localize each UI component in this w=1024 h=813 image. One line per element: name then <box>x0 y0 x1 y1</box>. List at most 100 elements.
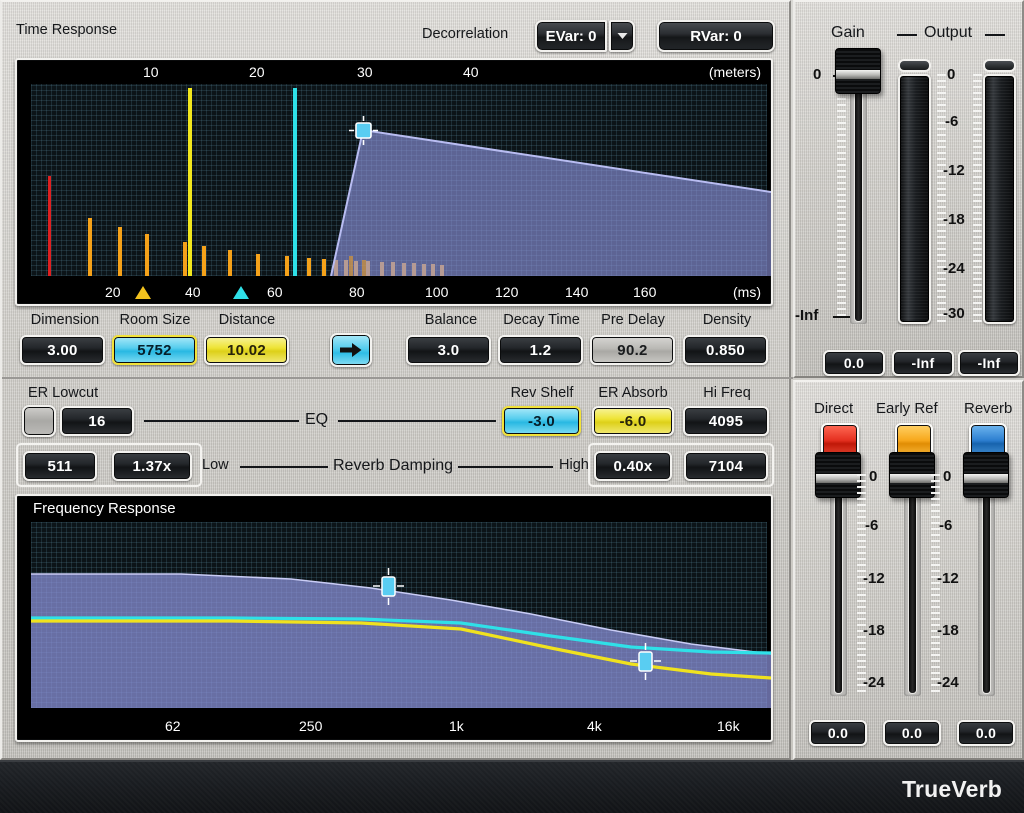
output-panel: Gain Output 0 -Inf 0.0 -Inf 0 -6 -12 -18… <box>793 0 1024 378</box>
damping-line-left <box>240 466 328 468</box>
out-scale-12: -12 <box>943 162 965 179</box>
tr-meters-unit: (meters) <box>708 64 761 80</box>
er-lowcut-label: ER Lowcut <box>28 385 99 401</box>
damping-high-label: High <box>559 457 589 473</box>
er-lowcut-value[interactable]: 16 <box>60 406 134 436</box>
tr-top-tick-10: 10 <box>143 64 159 80</box>
distance-marker-triangle-icon[interactable] <box>135 286 151 299</box>
gain-tick-scale <box>837 74 846 316</box>
hi-freq-value[interactable]: 4095 <box>683 406 769 436</box>
tr-bot-tick-80: 80 <box>349 284 365 300</box>
er-lowcut-toggle[interactable] <box>22 405 56 437</box>
direct-label: Direct <box>814 400 854 417</box>
distance-label: Distance <box>218 312 276 328</box>
tr-bot-tick-140: 140 <box>565 284 589 300</box>
apply-arrow-button[interactable] <box>330 333 372 367</box>
frequency-response-title: Frequency Response <box>33 500 176 517</box>
direct-value[interactable]: 0.0 <box>809 720 867 746</box>
balance-value[interactable]: 3.0 <box>406 335 491 365</box>
fr-tick-1k: 1k <box>449 718 464 734</box>
gain-tick-bottom <box>833 316 851 318</box>
reverb-label: Reverb <box>964 400 1013 417</box>
early-ref-fader-knob[interactable] <box>889 452 935 498</box>
mix-scale-b-12: -12 <box>937 570 959 587</box>
evar-control[interactable]: EVar: 0 <box>535 20 635 52</box>
trueverb-plugin-window: Time Response Decorrelation EVar: 0 RVar… <box>0 0 1024 813</box>
output-scale-ticks-right <box>973 74 982 324</box>
density-label: Density <box>702 312 752 328</box>
direct-fader-knob[interactable] <box>815 452 861 498</box>
room-size-label: Room Size <box>119 312 191 328</box>
direct-fader-stem <box>834 472 843 694</box>
low-damping-freq[interactable]: 511 <box>23 451 97 481</box>
high-damping-mult[interactable]: 0.40x <box>594 451 672 481</box>
out-scale-24: -24 <box>943 260 965 277</box>
mix-scale-a-12: -12 <box>863 570 885 587</box>
pre-delay-value[interactable]: 90.2 <box>590 335 675 365</box>
tr-bot-tick-120: 120 <box>495 284 519 300</box>
meter-left-cap <box>898 59 931 72</box>
brand-name: TrueVerb <box>901 776 1002 802</box>
meter-left <box>898 74 931 324</box>
mix-scale-a-24: -24 <box>863 674 885 691</box>
tr-plot-svg <box>48 88 771 276</box>
fr-tick-62: 62 <box>165 718 181 734</box>
eq-line-left <box>144 420 299 422</box>
low-damping-mult[interactable]: 1.37x <box>112 451 192 481</box>
gain-fader-knob[interactable] <box>835 48 881 94</box>
mix-scale-b-18: -18 <box>937 622 959 639</box>
meter-right-value[interactable]: -Inf <box>958 350 1020 376</box>
hi-freq-label: Hi Freq <box>703 385 751 401</box>
fr-plot-svg <box>31 568 771 708</box>
damping-line-right <box>458 466 553 468</box>
output-label: Output <box>924 24 973 41</box>
meter-left-value[interactable]: -Inf <box>892 350 954 376</box>
tr-top-tick-40: 40 <box>463 64 479 80</box>
out-scale-18: -18 <box>943 211 965 228</box>
frequency-response-graph[interactable]: Frequency Response 62 250 1k 4k 16k <box>15 494 773 742</box>
section-divider <box>2 377 793 379</box>
meter-right-cap <box>983 59 1016 72</box>
evar-dropdown-icon[interactable] <box>609 20 635 52</box>
decorrelation-label: Decorrelation <box>422 26 509 42</box>
high-damping-freq[interactable]: 7104 <box>684 451 768 481</box>
density-value[interactable]: 0.850 <box>683 335 768 365</box>
room-size-value[interactable]: 5752 <box>112 335 197 365</box>
tr-plot-area <box>31 84 771 276</box>
dimension-label: Dimension <box>30 312 100 328</box>
fr-plot-area <box>31 522 771 708</box>
reverb-value[interactable]: 0.0 <box>957 720 1015 746</box>
fr-tick-16k: 16k <box>717 718 740 734</box>
early-ref-value[interactable]: 0.0 <box>883 720 941 746</box>
decay-time-value[interactable]: 1.2 <box>498 335 583 365</box>
gain-scale-top: 0 <box>813 66 822 83</box>
gain-scale-bottom: -Inf <box>795 307 819 324</box>
tr-top-tick-20: 20 <box>249 64 265 80</box>
rev-shelf-label: Rev Shelf <box>510 385 574 401</box>
tr-bot-tick-60: 60 <box>267 284 283 300</box>
time-response-graph[interactable]: 10 20 30 40 (meters) 20 40 60 80 100 120… <box>15 58 773 306</box>
decay-time-label: Decay Time <box>503 312 580 328</box>
gain-label: Gain <box>831 24 865 41</box>
out-scale-6: -6 <box>945 113 959 130</box>
roomsize-marker-triangle-icon[interactable] <box>233 286 249 299</box>
dimension-value[interactable]: 3.00 <box>20 335 105 365</box>
eq-label: EQ <box>305 411 329 428</box>
gain-value-display[interactable]: 0.0 <box>823 350 885 376</box>
rev-shelf-value[interactable]: -3.0 <box>502 406 581 436</box>
distance-value[interactable]: 10.02 <box>204 335 289 365</box>
early-ref-fader-stem <box>908 472 917 694</box>
output-rule-right <box>985 34 1005 36</box>
tr-bot-tick-40: 40 <box>185 284 201 300</box>
er-absorb-value[interactable]: -6.0 <box>592 406 674 436</box>
reverb-fader-knob[interactable] <box>963 452 1009 498</box>
gain-fader-stem <box>854 72 863 322</box>
tr-ms-unit: (ms) <box>733 284 761 300</box>
rvar-value[interactable]: RVar: 0 <box>657 20 775 52</box>
tr-top-tick-30: 30 <box>357 64 373 80</box>
output-rule-left <box>897 34 917 36</box>
meter-right <box>983 74 1016 324</box>
mix-scale-b-0: 0 <box>943 468 952 485</box>
output-scale-ticks-left <box>937 74 946 324</box>
evar-value[interactable]: EVar: 0 <box>535 20 607 52</box>
